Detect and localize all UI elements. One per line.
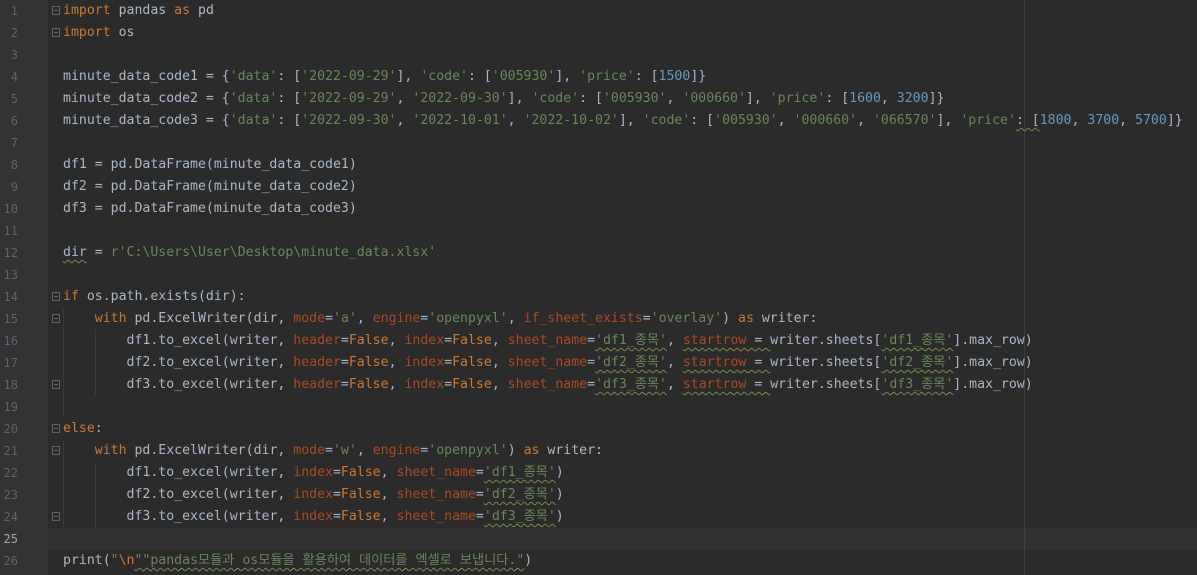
line-number: 1 (10, 4, 18, 18)
code-text: df1 = pd.DataFrame(minute_data_code1) (63, 157, 357, 172)
line-number: 13 (3, 268, 18, 282)
line-number: 15 (3, 312, 18, 326)
line-number: 11 (3, 224, 18, 238)
code-text: dir = r'C:\Users\User\Desktop\minute_dat… (63, 245, 437, 260)
code-line[interactable]: 14 if os.path.exists(dir): (0, 286, 1197, 308)
line-number: 24 (3, 510, 18, 524)
code-line[interactable]: 12 dir = r'C:\Users\User\Desktop\minute_… (0, 242, 1197, 264)
line-number: 25 (3, 532, 18, 546)
code-text: with pd.ExcelWriter(dir, mode='a', engin… (94, 311, 818, 326)
code-line[interactable]: 5 minute_data_code2 = {'data': ['2022-09… (0, 88, 1197, 110)
line-number: 9 (10, 180, 18, 194)
line-number: 2 (10, 26, 18, 40)
code-line[interactable]: 15 with pd.ExcelWriter(dir, mode='a', en… (0, 308, 1197, 330)
code-line-current[interactable]: 25 (0, 528, 1197, 550)
code-line[interactable]: 22 df1.to_excel(writer, index=False, she… (0, 462, 1197, 484)
line-number: 6 (10, 114, 18, 128)
line-number: 26 (3, 554, 18, 568)
code-line[interactable]: 10 df3 = pd.DataFrame(minute_data_code3) (0, 198, 1197, 220)
code-text: minute_data_code3 = {'data': ['2022-09-3… (63, 113, 1183, 128)
line-number: 12 (3, 246, 18, 260)
code-text: print("\n""pandas모듈과 os모듈을 활용하여 데이터를 엑셀로… (63, 553, 533, 568)
code-text: import os (63, 25, 135, 40)
code-text: df2.to_excel(writer, header=False, index… (126, 355, 1033, 370)
code-editor[interactable]: 1 import pandas as pd 2 import os 3 4 mi… (0, 0, 1197, 575)
line-number: 3 (10, 48, 18, 62)
fold-marker-icon[interactable] (52, 380, 60, 389)
line-number: 8 (10, 158, 18, 172)
fold-marker-icon[interactable] (52, 6, 60, 15)
code-text: df2.to_excel(writer, index=False, sheet_… (126, 487, 564, 502)
line-number: 14 (3, 290, 18, 304)
code-text: with pd.ExcelWriter(dir, mode='w', engin… (94, 443, 604, 458)
code-line[interactable]: 7 (0, 132, 1197, 154)
code-text: minute_data_code1 = {'data': ['2022-09-2… (63, 69, 707, 84)
code-text: if os.path.exists(dir): (63, 289, 246, 304)
fold-marker-icon[interactable] (52, 446, 60, 455)
fold-marker-icon[interactable] (52, 314, 60, 323)
code-line[interactable]: 6 minute_data_code3 = {'data': ['2022-09… (0, 110, 1197, 132)
code-text: minute_data_code2 = {'data': ['2022-09-2… (63, 91, 945, 106)
line-number: 23 (3, 488, 18, 502)
code-line[interactable]: 9 df2 = pd.DataFrame(minute_data_code2) (0, 176, 1197, 198)
code-text: df2 = pd.DataFrame(minute_data_code2) (63, 179, 357, 194)
line-number: 20 (3, 422, 18, 436)
code-text: df3 = pd.DataFrame(minute_data_code3) (63, 201, 357, 216)
code-line[interactable]: 16 df1.to_excel(writer, header=False, in… (0, 330, 1197, 352)
code-text: else: (63, 421, 103, 436)
line-number: 21 (3, 444, 18, 458)
line-number: 7 (10, 136, 18, 150)
fold-marker-icon[interactable] (52, 292, 60, 301)
line-number: 22 (3, 466, 18, 480)
code-line[interactable]: 13 (0, 264, 1197, 286)
line-number: 16 (3, 334, 18, 348)
code-line[interactable]: 19 (0, 396, 1197, 418)
fold-marker-icon[interactable] (52, 512, 60, 521)
fold-marker-icon[interactable] (52, 28, 60, 37)
code-line[interactable]: 18 df3.to_excel(writer, header=False, in… (0, 374, 1197, 396)
code-line[interactable]: 26 print("\n""pandas모듈과 os모듈을 활용하여 데이터를 … (0, 550, 1197, 572)
code-line[interactable]: 24 df3.to_excel(writer, index=False, she… (0, 506, 1197, 528)
code-line[interactable]: 1 import pandas as pd (0, 0, 1197, 22)
code-text: df3.to_excel(writer, header=False, index… (126, 377, 1033, 392)
code-line[interactable]: 17 df2.to_excel(writer, header=False, in… (0, 352, 1197, 374)
code-text: df3.to_excel(writer, index=False, sheet_… (126, 509, 564, 524)
code-line[interactable]: 4 minute_data_code1 = {'data': ['2022-09… (0, 66, 1197, 88)
code-text: import pandas as pd (63, 3, 214, 18)
code-line[interactable]: 2 import os (0, 22, 1197, 44)
code-text: df1.to_excel(writer, header=False, index… (126, 333, 1033, 348)
line-number: 18 (3, 378, 18, 392)
line-number: 19 (3, 400, 18, 414)
code-line[interactable]: 23 df2.to_excel(writer, index=False, she… (0, 484, 1197, 506)
line-number: 10 (3, 202, 18, 216)
code-text: df1.to_excel(writer, index=False, sheet_… (126, 465, 564, 480)
code-line[interactable]: 20 else: (0, 418, 1197, 440)
code-line[interactable]: 21 with pd.ExcelWriter(dir, mode='w', en… (0, 440, 1197, 462)
code-line[interactable]: 8 df1 = pd.DataFrame(minute_data_code1) (0, 154, 1197, 176)
line-number: 17 (3, 356, 18, 370)
line-number: 4 (10, 70, 18, 84)
code-line[interactable]: 11 (0, 220, 1197, 242)
line-number: 5 (10, 92, 18, 106)
code-line[interactable]: 3 (0, 44, 1197, 66)
fold-marker-icon[interactable] (52, 424, 60, 433)
